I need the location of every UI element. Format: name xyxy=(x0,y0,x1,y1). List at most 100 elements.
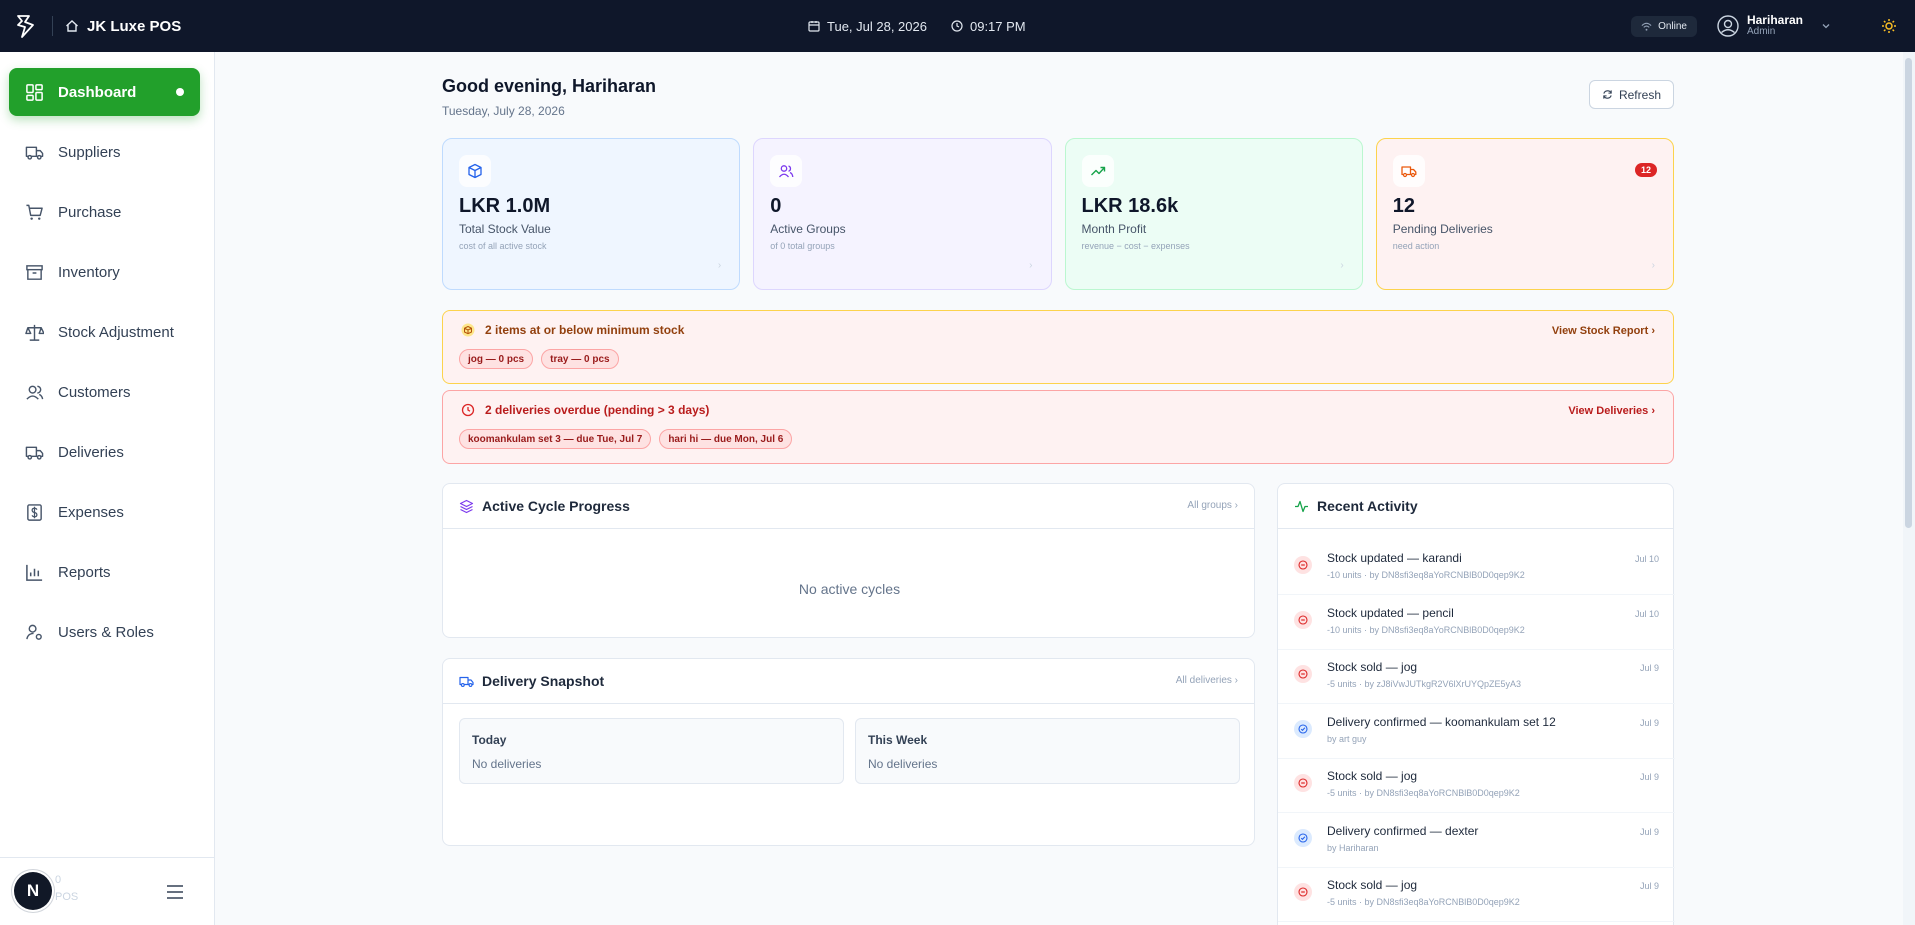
active-cycle-panel: Active Cycle Progress All groups › No ac… xyxy=(442,483,1255,638)
footer-text: 0 xyxy=(55,874,62,886)
refresh-button[interactable]: Refresh xyxy=(1588,80,1674,109)
sidebar-item-dashboard[interactable]: Dashboard xyxy=(9,68,200,116)
sidebar-item-purchase[interactable]: Purchase xyxy=(9,188,200,236)
trending-up-icon xyxy=(1081,155,1114,187)
snapshot-label: This Week xyxy=(868,733,928,747)
view-stock-report-link[interactable]: View Stock Report › xyxy=(1552,325,1655,337)
sidebar-item-users-roles[interactable]: Users & Roles xyxy=(9,608,200,656)
minus-circle-icon xyxy=(1294,610,1312,629)
minus-circle-icon xyxy=(1294,883,1312,901)
sidebar-item-reports[interactable]: Reports xyxy=(9,548,200,596)
activity-item[interactable]: Stock updated — karandi -10 units · by DN… xyxy=(1278,540,1675,595)
sidebar-item-inventory[interactable]: Inventory xyxy=(9,248,200,296)
overdue-delivery-chip[interactable]: hari hi — due Mon, Jul 6 xyxy=(659,429,793,449)
current-time: 09:17 PM xyxy=(969,18,1026,34)
activity-meta: -10 units · by DN8sfi3eq8aYoRCNBlB0D0qep… xyxy=(1327,570,1525,580)
layers-icon xyxy=(459,499,474,513)
scrollbar-thumb[interactable] xyxy=(1905,58,1912,528)
sidebar-item-expenses[interactable]: Expenses xyxy=(9,488,200,536)
stat-sublabel: cost of all active stock xyxy=(459,241,547,251)
page-subtitle: Tuesday, July 28, 2026 xyxy=(442,104,565,118)
sidebar-item-suppliers[interactable]: Suppliers xyxy=(9,128,200,176)
divider xyxy=(52,16,53,36)
activity-item[interactable]: Stock sold — jog -5 units · by DN8sfi3eq8… xyxy=(1278,867,1675,922)
overdue-delivery-chip[interactable]: koomankulam set 3 — due Tue, Jul 7 xyxy=(459,429,652,449)
refresh-icon xyxy=(1603,90,1612,99)
workspace-avatar[interactable]: N xyxy=(14,872,52,910)
calendar-icon xyxy=(808,21,820,32)
activity-meta: -10 units · by DN8sfi3eq8aYoRCNBlB0D0qep… xyxy=(1327,624,1525,635)
stat-cards: LKR 1.0M Total Stock Value cost of all a… xyxy=(442,138,1674,290)
sidebar-item-customers[interactable]: Customers xyxy=(9,368,200,416)
activity-date: Jul 9 xyxy=(1639,826,1659,837)
sidebar-item-label: Suppliers xyxy=(58,143,121,161)
archive-icon xyxy=(26,264,43,280)
stat-card-stock-value[interactable]: LKR 1.0M Total Stock Value cost of all a… xyxy=(442,138,741,290)
sidebar-footer: N 0 POS xyxy=(0,857,215,925)
refresh-label: Refresh xyxy=(1618,87,1661,102)
stat-card-pending-deliveries[interactable]: 12 12 Pending Deliveries need action › xyxy=(1375,138,1674,290)
dollar-icon xyxy=(27,503,42,521)
dashboard-icon xyxy=(26,83,43,101)
activity-item[interactable]: Stock sold — jog -5 units · by zJ8iVwJUTk… xyxy=(1278,649,1675,704)
scale-icon xyxy=(25,324,44,341)
stat-card-month-profit[interactable]: LKR 18.6k Month Profit revenue − cost − … xyxy=(1064,138,1363,290)
activity-meta: by Hariharan xyxy=(1327,842,1379,853)
sidebar-item-deliveries[interactable]: Deliveries xyxy=(9,428,200,476)
box-icon xyxy=(461,323,475,337)
low-stock-chip[interactable]: jog — 0 pcs xyxy=(459,349,534,369)
activity-text: Stock updated — pencil xyxy=(1327,605,1454,620)
sidebar-item-label: Purchase xyxy=(58,203,122,221)
box-icon xyxy=(459,155,491,187)
hamburger-icon xyxy=(167,885,183,899)
empty-state: No active cycles xyxy=(798,581,901,597)
activity-item[interactable]: Stock updated — pencil -10 units · by DN8… xyxy=(1278,595,1675,650)
user-menu[interactable]: Hariharan Admin xyxy=(1717,14,1831,37)
activity-date: Jul 9 xyxy=(1639,717,1659,728)
sidebar-item-label: Customers xyxy=(58,383,131,401)
logo-icon[interactable] xyxy=(0,0,52,52)
stat-sublabel: need action xyxy=(1392,241,1440,251)
activity-text: Delivery confirmed — koomankulam set 12 xyxy=(1327,714,1556,729)
users-icon xyxy=(770,155,803,187)
activity-text: Stock updated — karandi xyxy=(1327,551,1462,565)
all-groups-link[interactable]: All groups › xyxy=(1187,500,1238,511)
minus-circle-icon xyxy=(1294,556,1312,574)
stat-sublabel: of 0 total groups xyxy=(770,241,835,251)
menu-toggle-button[interactable] xyxy=(166,884,184,905)
panel-title: Recent Activity xyxy=(1317,498,1418,514)
alert-title: 2 deliveries overdue (pending > 3 days) xyxy=(485,403,710,417)
stat-value: 0 xyxy=(770,195,782,217)
chevron-right-icon: › xyxy=(717,260,722,271)
activity-meta: -5 units · by DN8sfi3eq8aYoRCNBlB0D0qep9… xyxy=(1327,788,1520,798)
snapshot-label: Today xyxy=(472,733,507,747)
datetime: Tue, Jul 28, 2026 09:17 PM xyxy=(808,0,1026,52)
activity-item[interactable]: Delivery confirmed — koomankulam set 12 b… xyxy=(1278,704,1675,759)
sun-icon xyxy=(1882,19,1896,33)
active-indicator xyxy=(176,88,184,96)
activity-text: Stock sold — jog xyxy=(1327,878,1418,892)
user-avatar-icon xyxy=(1717,15,1739,37)
all-deliveries-link[interactable]: All deliveries › xyxy=(1176,675,1238,686)
theme-toggle-button[interactable] xyxy=(1863,0,1915,52)
user-role: Admin xyxy=(1746,26,1776,38)
wifi-icon xyxy=(1641,22,1652,31)
snapshot-today: Today No deliveries xyxy=(459,718,844,784)
activity-text: Delivery confirmed — dexter xyxy=(1327,823,1479,838)
activity-date: Jul 9 xyxy=(1639,663,1659,673)
activity-date: Jul 9 xyxy=(1639,772,1659,782)
stat-value: LKR 18.6k xyxy=(1081,195,1179,217)
low-stock-chip[interactable]: tray — 0 pcs xyxy=(541,349,619,369)
clock-icon xyxy=(951,20,963,32)
delivery-snapshot-panel: Delivery Snapshot All deliveries › Today… xyxy=(442,658,1255,846)
activity-item[interactable]: Delivery confirmed — dexter by Hariharan J… xyxy=(1278,813,1675,868)
sidebar-item-label: Stock Adjustment xyxy=(58,323,174,341)
view-deliveries-link[interactable]: View Deliveries › xyxy=(1568,405,1655,417)
stat-card-active-groups[interactable]: 0 Active Groups of 0 total groups › xyxy=(753,138,1052,290)
minus-circle-icon xyxy=(1294,774,1312,792)
sidebar-item-stock-adjustment[interactable]: Stock Adjustment xyxy=(9,308,200,356)
activity-item[interactable]: Stock sold — jog -5 units · by DN8sfi3eq8… xyxy=(1278,758,1675,813)
app-brand[interactable]: JK Luxe POS xyxy=(65,18,181,35)
bar-chart-icon xyxy=(26,564,43,581)
top-bar: JK Luxe POS Tue, Jul 28, 2026 09:17 PM O… xyxy=(0,0,1915,52)
